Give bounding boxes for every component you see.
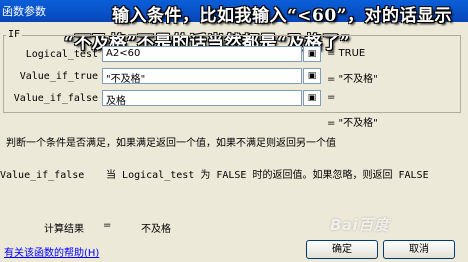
arg-label-logical-test: Logical_test — [25, 49, 98, 60]
formula-result: = "不及格" — [327, 118, 378, 129]
value-if-true-input[interactable]: "不及格" — [102, 68, 302, 85]
collapse-dialog-icon[interactable]: ▣ — [303, 90, 321, 106]
ok-button[interactable]: 确定 — [306, 240, 378, 259]
window-title: 函数参数 — [2, 5, 46, 18]
arg-label-value-if-true: Value_if_true — [19, 71, 98, 82]
collapse-dialog-icon[interactable]: ▣ — [303, 68, 321, 84]
param-help-name: Value_if_false — [0, 170, 85, 181]
value-if-false-result: = — [327, 92, 336, 103]
calc-result-value: 不及格 — [141, 224, 171, 235]
collapse-dialog-icon[interactable]: ▣ — [303, 46, 321, 62]
logical-test-input[interactable]: A2<60 — [102, 46, 302, 62]
param-help-text: 当 Logical_test 为 FALSE 时的返回值。如果忽略，则返回 FA… — [106, 170, 429, 181]
logical-test-result: = TRUE — [327, 48, 366, 59]
help-link[interactable]: 有关该函数的帮助(H) — [4, 244, 99, 259]
value-if-false-input[interactable]: 及格 — [102, 90, 302, 107]
function-description: 判断一个条件是否满足，如果满足返回一个值，如果不满足则返回另一个值 — [6, 138, 336, 149]
watermark-logo: Bai百度 — [330, 216, 390, 234]
calc-result-label: 计算结果 — [44, 224, 84, 235]
param-help: Value_if_false 当 Logical_test 为 FALSE 时的… — [0, 166, 429, 181]
value-if-true-result: = "不及格" — [327, 74, 378, 85]
calc-result-eq: = — [103, 220, 112, 231]
cancel-button[interactable]: 取消 — [383, 240, 455, 259]
arg-label-value-if-false: Value_if_false — [13, 93, 98, 104]
function-name: IF — [6, 29, 23, 40]
annotation-line-1: 输入条件，比如我输入“<60”，对的话显示 — [112, 6, 452, 26]
